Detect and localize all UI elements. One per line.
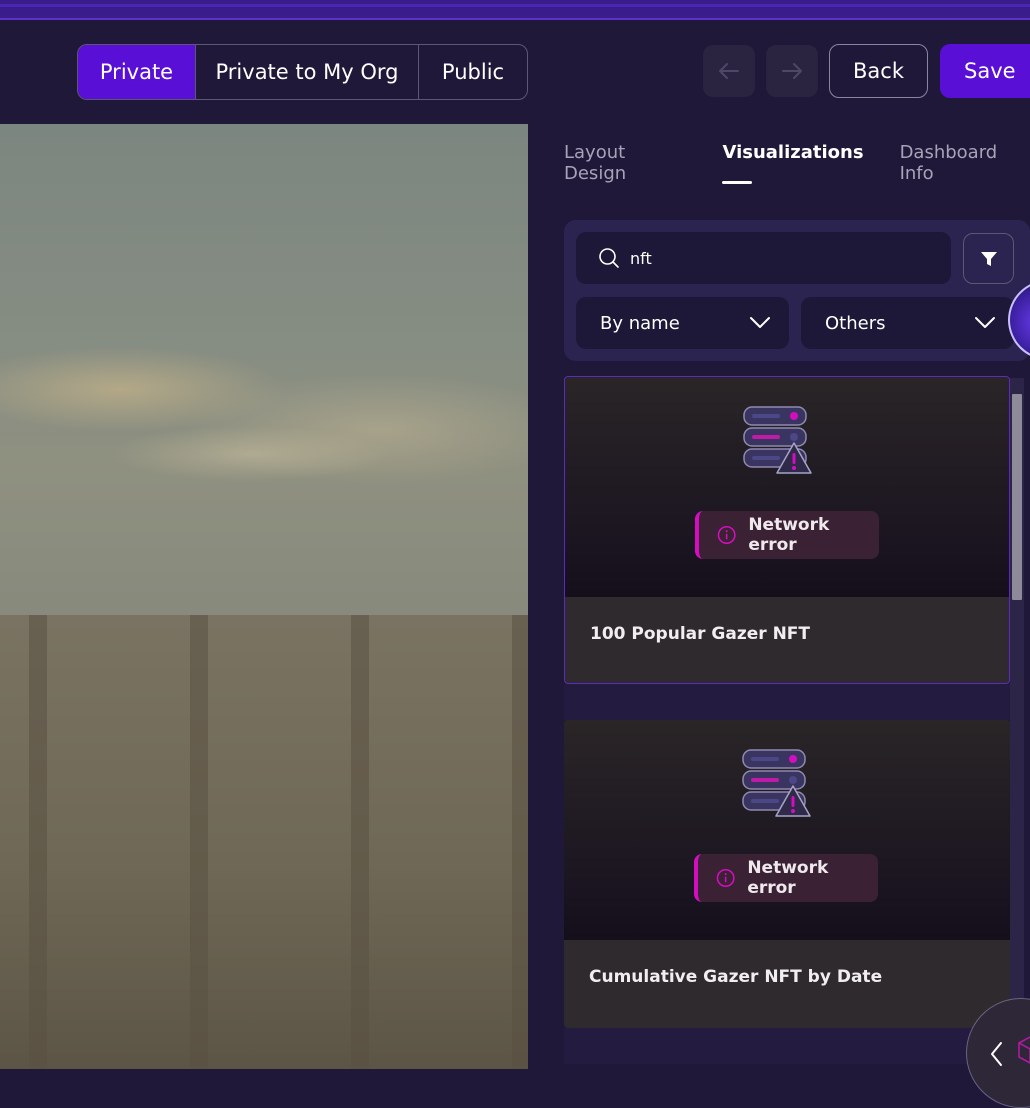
category-select[interactable]: Others [801,297,1014,349]
visualization-card[interactable]: Network error 100 Popular Gazer NFT [564,376,1010,684]
visualization-title: Cumulative Gazer NFT by Date [589,967,883,987]
visibility-private-button[interactable]: Private [78,45,196,99]
save-button[interactable]: Save [940,44,1030,98]
active-tab-indicator [722,181,752,184]
dashboard-canvas[interactable] [0,124,528,1069]
category-select-value: Others [825,312,886,334]
chevron-down-icon [750,317,770,328]
canvas-column-guide [512,615,528,1069]
tab-layout-design[interactable]: Layout Design [564,142,686,184]
visualization-card[interactable]: Network error Cumulative Gazer NFT by Da… [564,720,1010,1028]
visibility-public-button[interactable]: Public [419,45,527,99]
visualization-list: Network error 100 Popular Gazer NFT Netw… [564,376,1010,1069]
redo-button[interactable] [766,45,818,97]
card-separator [564,1028,1010,1064]
error-badge: Network error [694,854,878,902]
panel-tabs: Layout Design Visualizations Dashboard I… [564,142,1030,184]
error-badge: Network error [695,511,879,559]
list-scrollbar-thumb[interactable] [1012,394,1022,600]
canvas-background-ground [0,615,528,1069]
arrow-right-icon [782,63,802,79]
filter-icon [980,251,997,266]
top-header-strip [0,0,1030,20]
info-icon [716,869,735,887]
sort-select[interactable]: By name [576,297,789,349]
chevron-left-icon [991,1042,1002,1066]
visibility-toggle: Private Private to My Org Public [77,44,528,100]
sort-select-value: By name [600,312,680,334]
server-error-icon [742,749,811,817]
canvas-column-guide [351,615,369,1069]
error-message: Network error [748,515,830,555]
canvas-column-guide [29,615,47,1069]
tab-visualizations[interactable]: Visualizations [722,142,863,184]
undo-button[interactable] [703,45,755,97]
canvas-column-guide [190,615,208,1069]
canvas-background-image [0,124,528,615]
search-icon [599,248,619,268]
tab-dashboard-info[interactable]: Dashboard Info [900,142,1030,184]
visualization-title: 100 Popular Gazer NFT [590,624,811,644]
search-input-value: nft [630,248,652,268]
cube-icon [1018,1036,1030,1064]
search-input[interactable]: nft [576,232,951,284]
card-separator [564,684,1010,720]
info-icon [717,526,736,544]
arrow-left-icon [719,63,739,79]
chevron-down-icon [975,317,995,328]
visibility-org-button[interactable]: Private to My Org [196,45,419,99]
filter-button[interactable] [963,233,1014,284]
back-button[interactable]: Back [829,44,928,98]
server-error-icon [743,406,812,474]
error-message: Network error [747,858,829,898]
